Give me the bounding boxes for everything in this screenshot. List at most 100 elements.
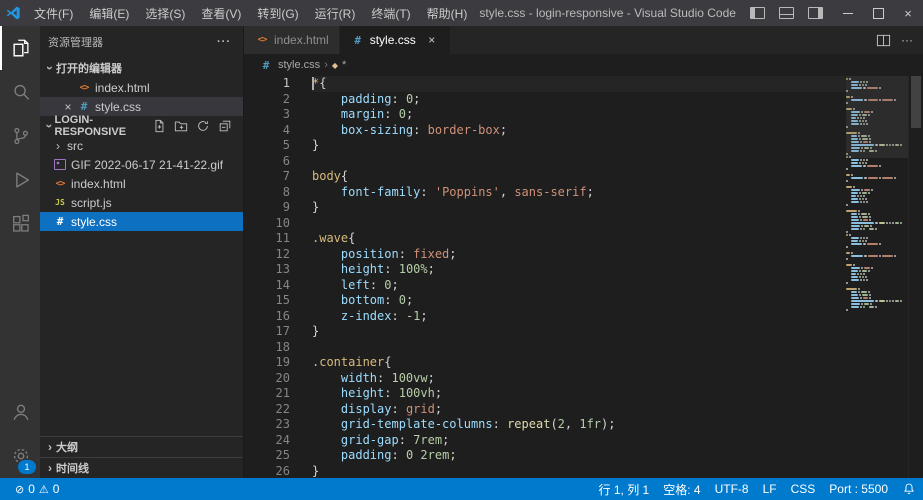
window-controls: × [833, 0, 923, 26]
menu-item-4[interactable]: 转到(G) [249, 0, 306, 26]
breadcrumb-file[interactable]: style.css [278, 59, 320, 71]
menu-item-1[interactable]: 编辑(E) [81, 0, 137, 26]
extensions-icon[interactable] [0, 202, 40, 246]
line-number: 10 [244, 216, 290, 232]
menu-item-3[interactable]: 查看(V) [193, 0, 249, 26]
new-folder-icon[interactable] [173, 118, 189, 134]
refresh-icon[interactable] [195, 118, 211, 134]
file-label: GIF 2022-06-17 21-41-22.gif [71, 158, 223, 172]
tab-strip: <> index.html # style.css × ··· [244, 26, 923, 54]
code-line-16: z-index: -1; [312, 309, 846, 325]
tree-item-style-css[interactable]: #style.css [40, 212, 243, 231]
close-editor-icon[interactable]: × [60, 100, 76, 114]
code-region[interactable]: 1234567891011121314151617181920212223242… [244, 76, 923, 478]
tab-index-html[interactable]: <> index.html [244, 26, 340, 54]
settings-gear-icon[interactable]: 1 [0, 434, 40, 478]
tree-item-gif-2022-06-17-21-41-22-gif[interactable]: GIF 2022-06-17 21-41-22.gif [40, 155, 243, 174]
line-number: 3 [244, 107, 290, 123]
split-editor-icon[interactable] [876, 33, 891, 48]
menu-item-5[interactable]: 运行(R) [307, 0, 364, 26]
new-file-icon[interactable] [151, 118, 167, 134]
js-file-icon: JS [52, 198, 68, 207]
search-icon[interactable] [0, 70, 40, 114]
html-file-icon: <> [254, 35, 270, 45]
tab-style-css[interactable]: # style.css × [340, 26, 451, 54]
notifications-bell-icon[interactable] [895, 478, 923, 500]
file-label: index.html [95, 81, 150, 95]
menu-item-6[interactable]: 终端(T) [363, 0, 418, 26]
tab-bar: <> index.html # style.css × [244, 26, 451, 54]
explorer-actions [151, 118, 239, 134]
close-window-button[interactable]: × [893, 0, 923, 26]
line-number: 11 [244, 231, 290, 247]
menu-item-2[interactable]: 选择(S) [137, 0, 193, 26]
toggle-panel-icon[interactable] [779, 7, 794, 19]
file-label: src [67, 139, 83, 153]
code-line-8: font-family: 'Poppins', sans-serif; [312, 185, 846, 201]
explorer-icon[interactable] [0, 26, 40, 70]
status-bar: ⊘ 0 ⚠ 0 行 1, 列 1 空格: 4 UTF-8 LF CSS Port… [0, 478, 923, 500]
css-file-icon: # [52, 215, 68, 228]
encoding-setting[interactable]: UTF-8 [708, 478, 756, 500]
code-line-10 [312, 216, 846, 232]
account-icon[interactable] [0, 390, 40, 434]
editor-more-actions-icon[interactable]: ··· [901, 33, 913, 47]
maximize-button[interactable] [863, 0, 893, 26]
language-mode[interactable]: CSS [784, 478, 823, 500]
code-line-13: height: 100%; [312, 262, 846, 278]
line-number: 23 [244, 417, 290, 433]
toggle-secondary-sidebar-icon[interactable] [808, 7, 823, 19]
line-number: 15 [244, 293, 290, 309]
code-line-24: grid-gap: 7rem; [312, 433, 846, 449]
file-label: style.css [71, 215, 117, 229]
open-editors-header[interactable]: › 打开的编辑器 [40, 58, 243, 78]
breadcrumb-symbol[interactable]: * [342, 59, 346, 71]
line-number: 16 [244, 309, 290, 325]
line-number: 5 [244, 138, 290, 154]
css-file-icon: # [258, 59, 274, 72]
views-more-actions-icon[interactable]: ··· [213, 36, 235, 48]
vertical-scrollbar[interactable] [908, 76, 923, 478]
eol-setting[interactable]: LF [756, 478, 784, 500]
scrollbar-thumb[interactable] [911, 76, 921, 128]
window-title: style.css - login-responsive - Visual St… [475, 6, 740, 20]
minimap[interactable] [846, 76, 908, 478]
project-folder-header[interactable]: › LOGIN-RESPONSIVE [40, 116, 243, 136]
warning-icon: ⚠ [39, 483, 49, 496]
tree-item-src[interactable]: ›src [40, 136, 243, 155]
open-editor-index-html[interactable]: <>index.html [40, 78, 243, 97]
minimize-button[interactable] [833, 0, 863, 26]
file-label: style.css [370, 33, 416, 47]
code-line-4: box-sizing: border-box; [312, 123, 846, 139]
menu-item-0[interactable]: 文件(F) [26, 0, 81, 26]
breadcrumb-separator-icon: › [324, 59, 328, 71]
file-label: index.html [274, 33, 329, 47]
warning-count: 0 [53, 482, 60, 496]
live-server-port[interactable]: Port : 5500 [822, 478, 895, 500]
tree-item-script-js[interactable]: JSscript.js [40, 193, 243, 212]
code-line-20: width: 100vw; [312, 371, 846, 387]
symbol-icon: ◆ [332, 61, 338, 70]
outline-section-header[interactable]: › 大纲 [40, 436, 243, 457]
timeline-section-header[interactable]: › 时间线 [40, 457, 243, 478]
collapse-all-icon[interactable] [217, 118, 233, 134]
toggle-sidebar-icon[interactable] [750, 7, 765, 19]
code-content[interactable]: *{ padding: 0; margin: 0; box-sizing: bo… [302, 76, 846, 478]
css-file-icon: # [350, 34, 366, 47]
line-number: 1 [244, 76, 290, 92]
run-debug-icon[interactable] [0, 158, 40, 202]
file-label: style.css [95, 100, 141, 114]
indentation-setting[interactable]: 空格: 4 [656, 478, 707, 500]
menu-item-7[interactable]: 帮助(H) [419, 0, 476, 26]
code-line-2: padding: 0; [312, 92, 846, 108]
source-control-icon[interactable] [0, 114, 40, 158]
minimap-slider[interactable] [846, 76, 908, 158]
tree-item-index-html[interactable]: <>index.html [40, 174, 243, 193]
chevron-right-icon: › [44, 440, 56, 454]
cursor-position[interactable]: 行 1, 列 1 [592, 478, 657, 500]
code-line-25: padding: 0 2rem; [312, 448, 846, 464]
line-number: 24 [244, 433, 290, 449]
close-tab-icon[interactable]: × [424, 33, 440, 47]
problems-indicator[interactable]: ⊘ 0 ⚠ 0 [8, 482, 66, 496]
code-line-3: margin: 0; [312, 107, 846, 123]
